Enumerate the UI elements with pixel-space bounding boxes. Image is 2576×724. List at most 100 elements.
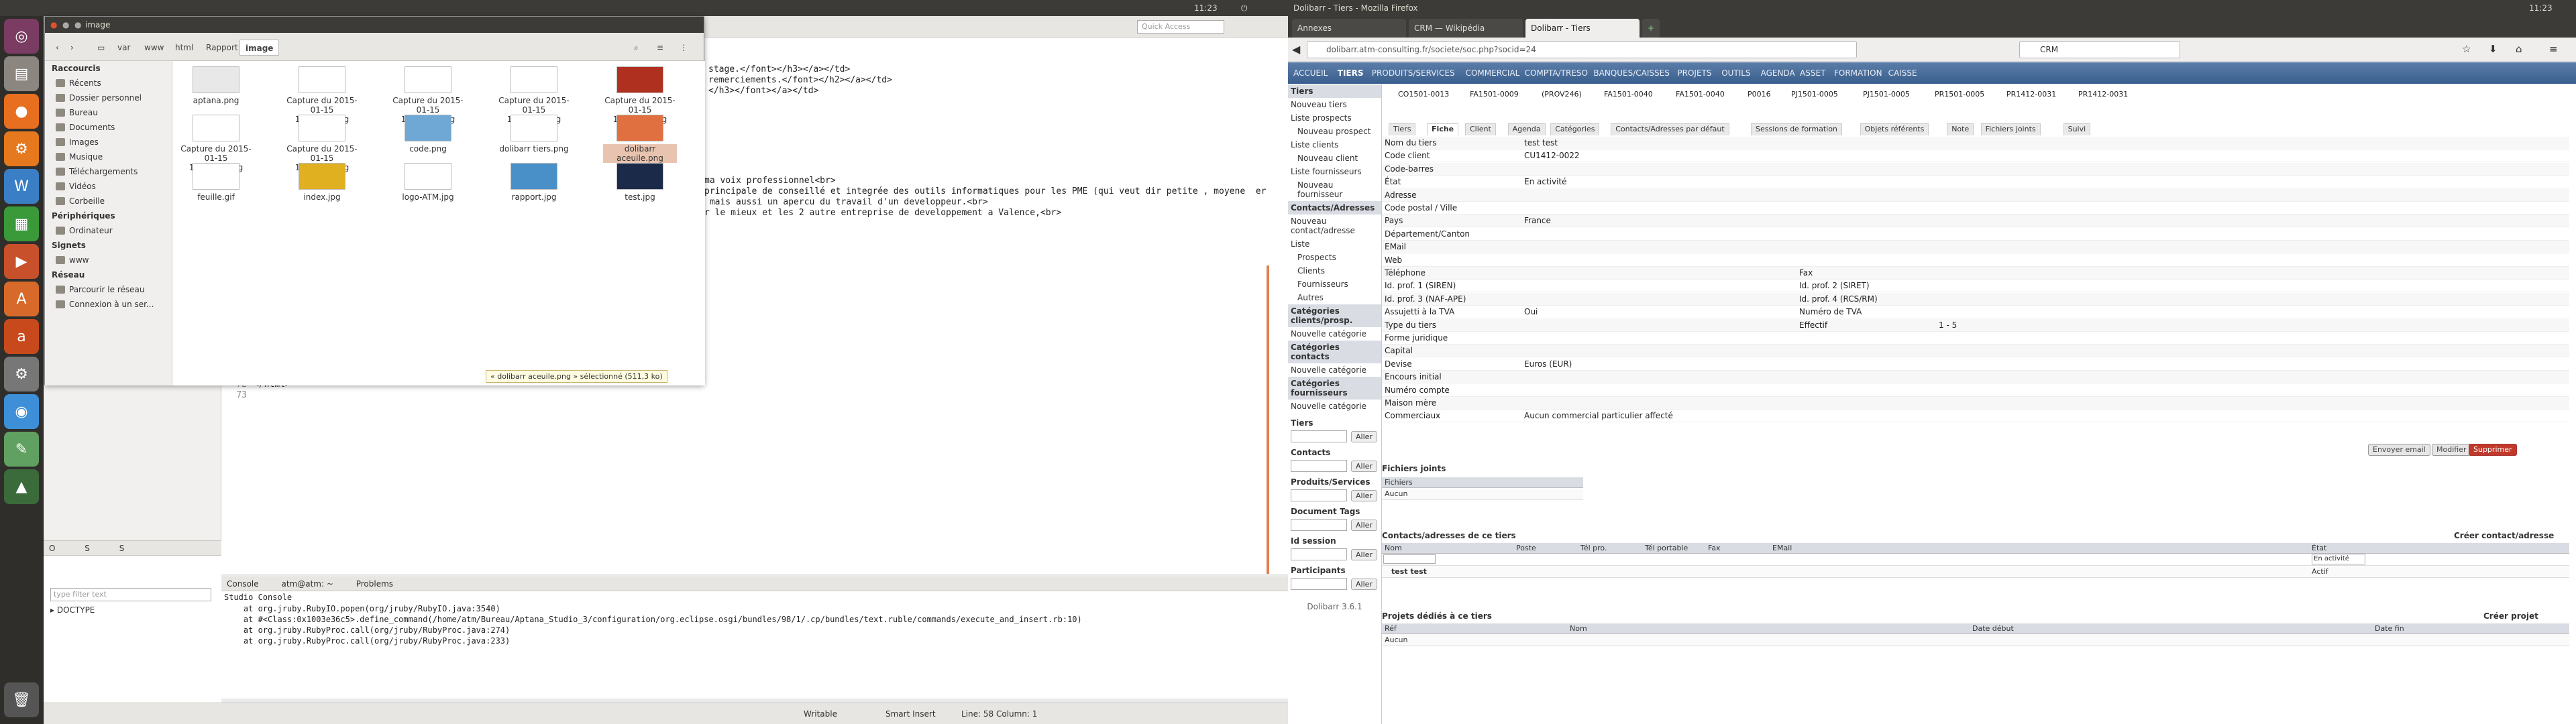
menu-item[interactable]: TIERS xyxy=(1338,68,1364,78)
impress-icon[interactable]: ▶ xyxy=(4,244,39,279)
close-icon[interactable]: ● xyxy=(50,17,57,33)
menu-item[interactable]: BANQUES/CAISSES xyxy=(1593,68,1669,78)
path-crumb-current[interactable]: image xyxy=(239,40,280,56)
url-bar[interactable]: dolibarr.atm-consulting.fr/societe/soc.p… xyxy=(1307,41,1857,58)
minimize-icon[interactable]: ● xyxy=(62,17,69,33)
sidebar-item[interactable]: Corbeille xyxy=(45,194,172,208)
card-tab[interactable]: Contacts/Adresses par défaut xyxy=(1611,123,1729,135)
outline-tab[interactable]: S xyxy=(119,544,125,553)
left-menu-item[interactable]: Nouvelle catégorie xyxy=(1288,400,1381,413)
sidebar-item[interactable]: Documents xyxy=(45,120,172,135)
recent-item[interactable]: PR1412-0031 xyxy=(2006,90,2056,99)
firefox-icon[interactable]: ● xyxy=(4,94,39,129)
forward-icon[interactable]: › xyxy=(65,40,79,56)
calc-icon[interactable]: ▦ xyxy=(4,206,39,241)
file-item[interactable]: aptana.png xyxy=(179,66,253,105)
card-tab[interactable]: Fichiers joints xyxy=(1980,123,2041,135)
search-block-input[interactable] xyxy=(1291,548,1347,560)
col-header[interactable]: Tél portable xyxy=(1645,543,1688,554)
terminal-tab[interactable]: atm@atm: ~ xyxy=(281,579,333,589)
sidebar-item-computer[interactable]: Ordinateur xyxy=(45,223,172,238)
menu-item[interactable]: OUTILS xyxy=(1721,68,1750,78)
menu-item[interactable]: CAISSE xyxy=(1888,68,1917,78)
left-menu-item[interactable]: Fournisseurs xyxy=(1288,278,1381,291)
outline-filter-input[interactable]: type filter text xyxy=(50,588,211,601)
browser-tab[interactable]: CRM — Wikipédia xyxy=(1409,19,1523,38)
menu-icon[interactable]: ⋮ xyxy=(674,40,693,56)
aptana-icon[interactable]: ▲ xyxy=(4,469,39,504)
search-block-button[interactable]: Aller xyxy=(1351,460,1377,472)
recent-item[interactable]: PR1412-0031 xyxy=(2078,90,2128,99)
search-icon[interactable]: ⌕ xyxy=(629,40,644,56)
sidebar-item[interactable]: Vidéos xyxy=(45,179,172,194)
drive-icon[interactable]: ▭ xyxy=(92,40,110,56)
left-menu-item[interactable]: Nouveau prospect xyxy=(1288,125,1381,138)
outline-item[interactable]: ▸ DOCTYPE xyxy=(50,605,95,615)
name-filter-input[interactable] xyxy=(1383,554,1436,564)
file-item[interactable]: dolibarr tiers.png xyxy=(497,115,571,154)
card-tab[interactable]: Client xyxy=(1465,123,1496,135)
menu-item[interactable]: PROJETS xyxy=(1677,68,1711,78)
recent-item[interactable]: PR1501-0005 xyxy=(1935,90,1984,99)
search-block-input[interactable] xyxy=(1291,430,1347,442)
quick-access-input[interactable]: Quick Access xyxy=(1137,20,1224,34)
card-tab[interactable]: Note xyxy=(1947,123,1974,135)
left-menu-item[interactable]: Nouveau contact/adresse xyxy=(1288,215,1381,237)
card-tab[interactable]: Agenda xyxy=(1507,123,1546,135)
sidebar-item[interactable]: Récents xyxy=(45,76,172,90)
recent-item[interactable]: P0016 xyxy=(1748,90,1771,99)
sidebar-item[interactable]: Bureau xyxy=(45,105,172,120)
browser-tab[interactable]: Annexes xyxy=(1292,19,1406,38)
menu-item[interactable]: AGENDA xyxy=(1761,68,1795,78)
left-menu-item[interactable]: Clients xyxy=(1288,264,1381,278)
chromium-icon[interactable]: ◉ xyxy=(4,394,39,429)
search-block-button[interactable]: Aller xyxy=(1351,430,1377,442)
search-block-button[interactable]: Aller xyxy=(1351,489,1377,501)
settings-icon[interactable]: ⚙ xyxy=(4,131,39,166)
console-tab[interactable]: Console xyxy=(227,579,259,589)
sidebar-item-connect[interactable]: Connexion à un ser... xyxy=(45,297,172,312)
col-header[interactable]: État xyxy=(2312,543,2326,554)
action-button[interactable]: Supprimer xyxy=(2469,444,2517,456)
recent-item[interactable]: FA1501-0009 xyxy=(1470,90,1519,99)
left-menu-item[interactable]: Prospects xyxy=(1288,251,1381,264)
file-item[interactable]: code.png xyxy=(391,115,465,154)
writer-icon[interactable]: W xyxy=(4,169,39,204)
recent-item[interactable]: PJ1501-0005 xyxy=(1863,90,1910,99)
search-block-button[interactable]: Aller xyxy=(1351,519,1377,531)
card-tab[interactable]: Tiers xyxy=(1389,123,1416,135)
left-menu-item[interactable]: Nouvelle catégorie xyxy=(1288,327,1381,341)
browser-tab-active[interactable]: Dolibarr - Tiers xyxy=(1525,19,1640,38)
card-tab[interactable]: Sessions de formation xyxy=(1751,123,1842,135)
recent-item[interactable]: PJ1501-0005 xyxy=(1791,90,1838,99)
bookmark-star-icon[interactable]: ☆ xyxy=(2462,43,2471,55)
file-item[interactable]: index.jpg xyxy=(285,163,359,202)
contact-name[interactable]: test test xyxy=(1391,566,1427,578)
path-crumb[interactable]: var xyxy=(112,40,136,56)
card-tab[interactable]: Objets référents xyxy=(1860,123,1929,135)
search-block-button[interactable]: Aller xyxy=(1351,548,1377,560)
search-input[interactable]: CRM xyxy=(2019,41,2180,58)
file-item[interactable]: rapport.jpg xyxy=(497,163,571,202)
text-editor-icon[interactable]: ✎ xyxy=(4,432,39,467)
sidebar-item[interactable]: Téléchargements xyxy=(45,164,172,179)
file-item[interactable]: test.jpg xyxy=(603,163,677,202)
col-header[interactable]: Tél pro. xyxy=(1580,543,1607,554)
sidebar-item[interactable]: Images xyxy=(45,135,172,149)
new-tab-icon[interactable]: + xyxy=(1642,19,1660,38)
list-view-icon[interactable]: ≡ xyxy=(651,40,669,56)
file-item[interactable]: dolibarr aceuile.png xyxy=(603,115,677,163)
search-block-input[interactable] xyxy=(1291,578,1347,590)
file-item[interactable]: logo-ATM.jpg xyxy=(391,163,465,202)
left-menu-item[interactable]: Nouveau client xyxy=(1288,152,1381,165)
search-block-button[interactable]: Aller xyxy=(1351,578,1377,590)
path-crumb[interactable]: www xyxy=(139,40,169,56)
outline-tab[interactable]: S xyxy=(85,544,90,553)
left-menu-item[interactable]: Liste fournisseurs xyxy=(1288,165,1381,178)
download-icon[interactable]: ⬇ xyxy=(2489,43,2498,55)
recent-item[interactable]: CO1501-0013 xyxy=(1398,90,1449,99)
files-icon[interactable]: ▤ xyxy=(4,56,39,91)
menu-item[interactable]: COMPTA/TRESO xyxy=(1525,68,1588,78)
menu-item[interactable]: FORMATION xyxy=(1834,68,1882,78)
sidebar-item[interactable]: Dossier personnel xyxy=(45,90,172,105)
